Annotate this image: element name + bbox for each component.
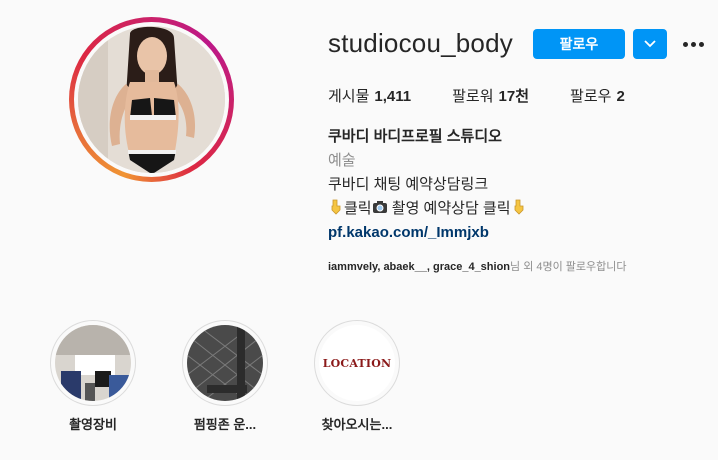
stat-following[interactable]: 팔로우 2: [570, 85, 625, 106]
follow-button[interactable]: 팔로우: [533, 29, 625, 59]
pointing-down-emoji-icon: [514, 199, 523, 215]
chevron-down-icon: [644, 40, 656, 48]
bio-category: 예술: [328, 152, 356, 169]
more-dot-icon: [698, 41, 704, 47]
avatar-photo: [78, 26, 225, 173]
equipment-image-icon: [55, 325, 131, 401]
bio-line-2: 클릭 촬영 예약상담 클릭: [328, 197, 708, 221]
profile-bio: 쿠바디 바디프로필 스튜디오 예술 쿠바디 채팅 예약상담링크 클릭 촬영 예약…: [328, 125, 708, 245]
highlight-label: 촬영장비: [69, 417, 117, 432]
bio-line-1: 쿠바디 채팅 예약상담링크: [328, 176, 489, 193]
more-dot-icon: [682, 41, 688, 47]
profile-page: studiocou_body 팔로우 게시물 1,411 팔로워 17천 팔로우 2 …: [0, 0, 718, 460]
pointing-down-emoji-icon: [331, 199, 341, 215]
highlight-label: 찾아오시는...: [321, 417, 393, 432]
avatar-figure-icon: [78, 26, 225, 173]
highlight-cover: [187, 325, 263, 401]
suggested-accounts-button[interactable]: [633, 29, 667, 59]
bio-link[interactable]: pf.kakao.com/_Immjxb: [328, 221, 708, 245]
highlight-equipment[interactable]: 촬영장비: [48, 320, 138, 433]
more-options-button[interactable]: [680, 34, 706, 54]
highlight-pumping-zone[interactable]: 펌핑존 운...: [180, 320, 270, 433]
highlight-label: 펌핑존 운...: [193, 417, 257, 432]
username: studiocou_body: [328, 28, 513, 58]
profile-avatar[interactable]: [69, 17, 234, 182]
highlight-cover: LOCATION: [319, 325, 395, 401]
location-cover-text: LOCATION: [322, 356, 392, 370]
bio-name: 쿠바디 바디프로필 스튜디오: [328, 128, 502, 145]
more-dot-icon: [690, 41, 696, 47]
followed-by[interactable]: iammvely, abaek__, grace_4_shion님 외 4명이 …: [328, 258, 627, 274]
pumping-zone-image-icon: [187, 325, 263, 401]
highlight-cover: [55, 325, 131, 401]
stat-followers[interactable]: 팔로워 17천: [452, 85, 529, 106]
highlight-location[interactable]: LOCATION 찾아오시는...: [312, 320, 402, 433]
stat-posts: 게시물 1,411: [328, 88, 412, 105]
camera-emoji-icon: [372, 201, 387, 213]
profile-stats: 게시물 1,411 팔로워 17천 팔로우 2: [328, 85, 666, 106]
